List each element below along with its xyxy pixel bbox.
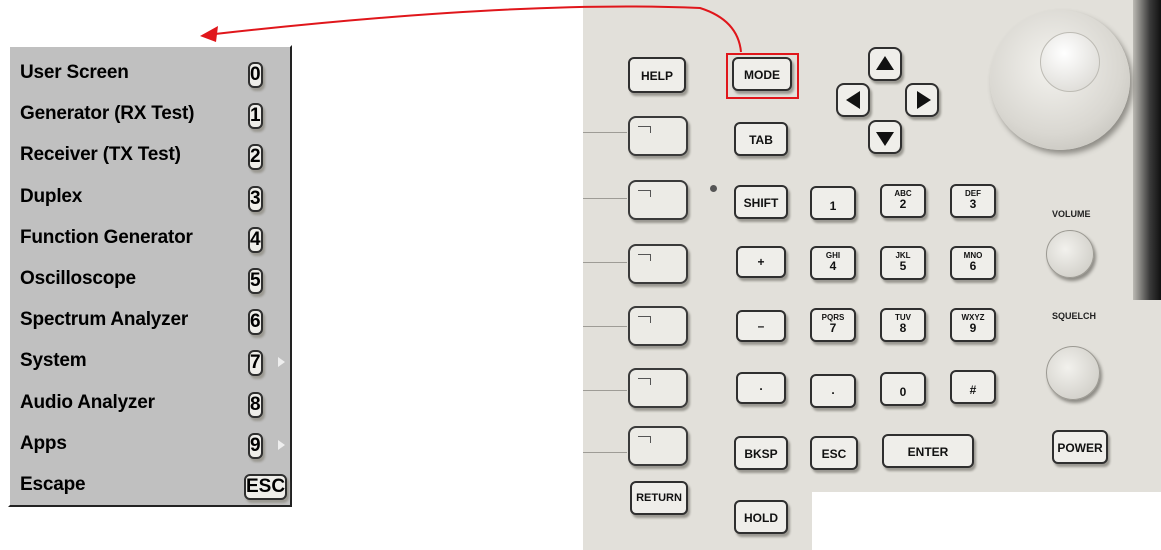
callout-line xyxy=(214,5,742,53)
mode-callout-arrow xyxy=(200,5,742,53)
callout-arrowhead-icon xyxy=(200,26,218,42)
